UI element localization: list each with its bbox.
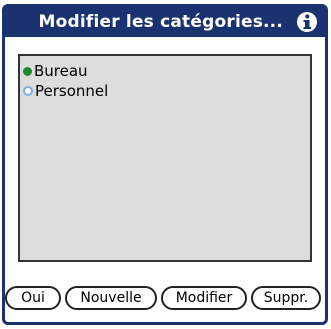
title-bar: Modifier les catégories... (5, 7, 325, 37)
info-icon[interactable] (295, 10, 319, 34)
category-list[interactable]: Bureau Personnel (18, 54, 312, 262)
ok-button[interactable]: Oui (5, 286, 61, 310)
dialog-frame: Modifier les catégories... Bureau Person… (2, 4, 328, 325)
edit-categories-dialog: Modifier les catégories... Bureau Person… (0, 0, 331, 329)
button-row: Oui Nouvelle Modifier Suppr. (0, 286, 331, 310)
new-button[interactable]: Nouvelle (65, 286, 157, 310)
edit-button[interactable]: Modifier (161, 286, 247, 310)
list-item-bureau[interactable]: Bureau (22, 61, 88, 81)
category-color-dot (23, 66, 32, 76)
category-label: Bureau (34, 62, 88, 80)
list-item-personnel[interactable]: Personnel (22, 81, 108, 101)
dialog-title: Modifier les catégories... (38, 12, 283, 32)
category-color-dot (23, 86, 33, 96)
delete-button[interactable]: Suppr. (251, 286, 321, 310)
category-label: Personnel (35, 82, 109, 100)
